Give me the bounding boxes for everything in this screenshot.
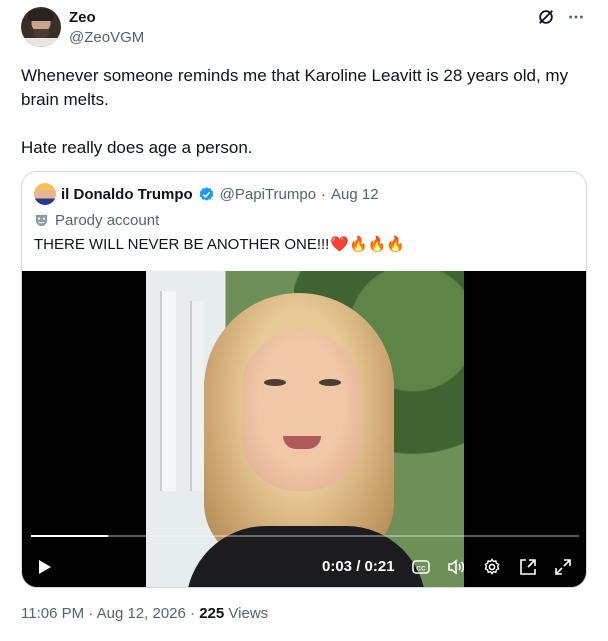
grok-icon[interactable] bbox=[536, 7, 556, 27]
parody-mask-icon bbox=[35, 214, 48, 227]
tweet-actions-top bbox=[536, 7, 586, 27]
tweet-line-2: Hate really does age a person. bbox=[21, 138, 253, 157]
quote-header: il Donaldo Trumpo @PapiTrumpo · Aug 12 bbox=[34, 183, 379, 205]
quote-date[interactable]: Aug 12 bbox=[331, 186, 379, 203]
meta-separator: · bbox=[88, 605, 94, 622]
volume-icon[interactable] bbox=[446, 557, 466, 577]
quote-author-handle[interactable]: @PapiTrumpo bbox=[220, 186, 316, 203]
tweet-date[interactable]: Aug 12, 2026 bbox=[97, 605, 186, 622]
video-progress-bar[interactable] bbox=[31, 535, 579, 537]
quote-text: THERE WILL NEVER BE ANOTHER ONE!!! ❤️🔥🔥🔥 bbox=[34, 235, 406, 254]
quote-emojis: ❤️🔥🔥🔥 bbox=[330, 236, 406, 253]
more-icon[interactable] bbox=[566, 7, 586, 27]
parody-label-text: Parody account bbox=[55, 212, 160, 229]
video-controls: 0:03 / 0:21 CC bbox=[22, 552, 586, 580]
video-frame[interactable] bbox=[146, 271, 464, 587]
video-player[interactable]: 0:03 / 0:21 CC bbox=[22, 271, 586, 587]
svg-text:CC: CC bbox=[416, 566, 426, 573]
avatar-shirt bbox=[21, 38, 61, 47]
meta-separator-2: · bbox=[190, 605, 196, 622]
avatar-hair bbox=[28, 9, 54, 21]
parody-label: Parody account bbox=[34, 212, 159, 229]
tweet-meta: 11:06 PM · Aug 12, 2026 · 225 Views bbox=[21, 605, 268, 622]
views-label: Views bbox=[228, 605, 269, 622]
quote-separator: · bbox=[321, 185, 327, 203]
video-time: 0:03 / 0:21 bbox=[322, 558, 395, 575]
author-name[interactable]: Zeo bbox=[69, 9, 96, 26]
play-icon[interactable] bbox=[38, 559, 52, 575]
views-count: 225 bbox=[199, 605, 225, 622]
quoted-tweet[interactable]: il Donaldo Trumpo @PapiTrumpo · Aug 12 P… bbox=[21, 171, 587, 588]
tweet-time[interactable]: 11:06 PM bbox=[21, 605, 84, 622]
settings-icon[interactable] bbox=[482, 557, 502, 577]
quote-author-name[interactable]: il Donaldo Trumpo bbox=[61, 186, 193, 203]
author-handle[interactable]: @ZeoVGM bbox=[69, 29, 144, 46]
quote-text-body: THERE WILL NEVER BE ANOTHER ONE!!! bbox=[34, 235, 330, 253]
captions-icon[interactable]: CC bbox=[411, 557, 431, 577]
video-progress-fill bbox=[31, 535, 108, 537]
fullscreen-icon[interactable] bbox=[553, 557, 573, 577]
verified-badge-icon bbox=[199, 186, 214, 201]
tweet-text: Whenever someone reminds me that Karolin… bbox=[21, 64, 587, 160]
quote-avatar[interactable] bbox=[34, 183, 56, 205]
picture-in-picture-icon[interactable] bbox=[518, 557, 538, 577]
author-avatar[interactable] bbox=[21, 7, 61, 47]
tweet-line-1: Whenever someone reminds me that Karolin… bbox=[21, 66, 569, 109]
